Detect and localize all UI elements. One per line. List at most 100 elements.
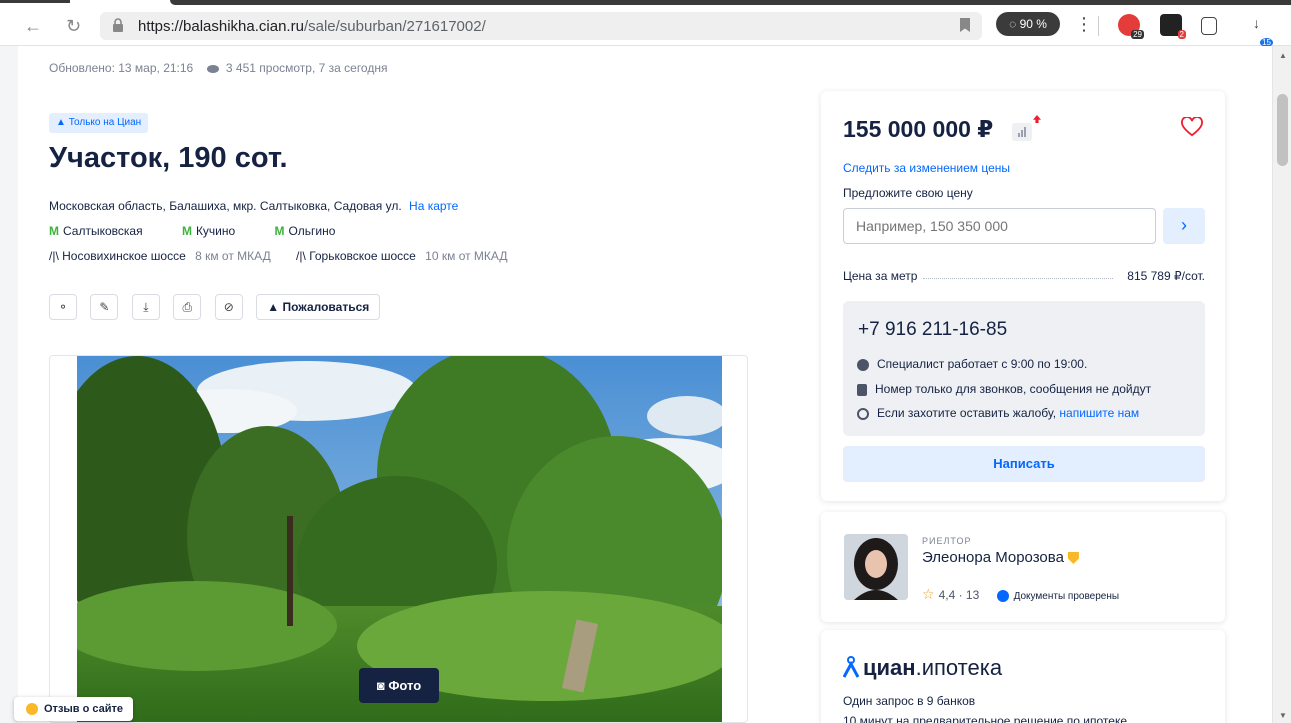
complaint-text: Если захотите оставить жалобу,	[877, 406, 1057, 420]
report-label: Пожаловаться	[282, 300, 370, 314]
metro-icon: M	[181, 224, 192, 238]
reload-icon[interactable]: ↻	[66, 16, 81, 37]
download-button[interactable]: ⤓	[131, 294, 160, 320]
report-button[interactable]: ▲ Пожаловаться	[256, 294, 381, 320]
share-button[interactable]: ⚬	[49, 294, 77, 320]
agent-card[interactable]: РИЕЛТОР Элеонора Морозова ☆ 4,4 · 13 Доку…	[821, 512, 1225, 622]
agent-name[interactable]: Элеонора Морозова	[922, 549, 1079, 566]
metro-icon: M	[274, 224, 285, 238]
scroll-up-icon[interactable]: ▲	[1279, 51, 1287, 60]
tab-strip-edge	[0, 0, 70, 3]
warning-icon: ▲	[267, 300, 280, 314]
metro-station[interactable]: M Ольгино	[275, 224, 354, 238]
star-icon: ☆	[922, 586, 935, 602]
address-text: Московская область, Балашиха, мкр. Салты…	[49, 199, 402, 213]
calls-only-text: Номер только для звонков, сообщения не д…	[875, 382, 1152, 396]
extension-tasks-icon[interactable]: 2	[1160, 14, 1186, 39]
menu-kebab-icon[interactable]: ⋮	[1075, 14, 1093, 35]
price: 155 000 000 ₽	[843, 116, 994, 142]
extension-mail-icon[interactable]: 29	[1118, 14, 1144, 39]
printer-icon: ⎙	[182, 300, 193, 314]
mortgage-logo: циан.ипотека	[843, 655, 1002, 681]
chat-icon: ◌	[1009, 17, 1017, 31]
extension-puzzle-icon[interactable]	[1201, 17, 1217, 35]
share-icon: ⚬	[57, 300, 69, 314]
heart-icon[interactable]	[1181, 117, 1203, 137]
browser-toolbar: ← ↻ https://balashikha.cian.ru/sale/subu…	[0, 0, 1291, 47]
address-bar[interactable]: https://balashikha.cian.ru/sale/suburban…	[100, 12, 982, 40]
metro-station[interactable]: M Кучино	[182, 224, 253, 238]
only-cian-text: Только на Циан	[68, 117, 142, 128]
toolbar-divider	[1098, 16, 1099, 36]
photo-label: Фото	[388, 678, 422, 693]
phone-box: +7 916 211-16-85 Специалист работает с 9…	[843, 301, 1205, 436]
leader-dots	[923, 278, 1113, 279]
mortgage-line-2: 10 минут на предварительное решение по и…	[843, 714, 1127, 723]
phone-number[interactable]: +7 916 211-16-85	[858, 319, 1007, 341]
site-review-button[interactable]: Отзыв о сайте	[14, 697, 134, 721]
mortgage-card[interactable]: циан.ипотека Один запрос в 9 банков 10 м…	[821, 630, 1225, 723]
listing-actions: ⚬ ✎ ⤓ ⎙ ⊘ ▲ Пожаловаться	[49, 294, 389, 320]
verified-icon	[996, 589, 1009, 602]
highway-distance: 8 км от МКАД	[195, 249, 271, 263]
photo-count-button[interactable]: ◙ Фото	[359, 668, 439, 703]
write-button[interactable]: Написать	[843, 446, 1205, 482]
listing-stats: Обновлено: 13 мар, 21:16 3 451 просмотр,…	[49, 61, 387, 75]
scroll-down-icon[interactable]: ▼	[1279, 711, 1287, 720]
write-us-link[interactable]: напишите нам	[1059, 406, 1139, 420]
address: Московская область, Балашиха, мкр. Салты…	[49, 199, 458, 213]
metro-list: M Салтыковская M Кучино M Ольгино	[49, 224, 371, 238]
eye-icon	[206, 64, 219, 73]
extension-badge: 29	[1131, 30, 1144, 39]
download-icon: ⤓	[143, 300, 149, 314]
price-up-icon	[1033, 115, 1041, 123]
offer-label: Предложите свою цену	[843, 186, 973, 200]
back-arrow-icon[interactable]: ←	[24, 16, 42, 37]
lock-icon	[113, 18, 123, 32]
bookmark-icon[interactable]	[960, 18, 970, 32]
phone-icon	[857, 383, 867, 396]
metro-name: Ольгино	[288, 224, 336, 238]
follow-price-link[interactable]: Следить за изменением цены	[843, 161, 1010, 175]
extension-badge: 2	[1177, 30, 1186, 39]
work-hours: Специалист работает с 9:00 по 19:00.	[857, 357, 1087, 371]
hide-button[interactable]: ⊘	[214, 294, 243, 320]
headset-icon	[857, 407, 869, 420]
zoom-badge[interactable]: ◌ 90 %	[996, 12, 1060, 36]
agent-rating[interactable]: 4,4 · 13	[939, 588, 980, 602]
highway-name: Горьковское шоссе	[309, 249, 416, 263]
scroll-thumb[interactable]	[1277, 94, 1288, 166]
calls-only-note: Номер только для звонков, сообщения не д…	[857, 382, 1151, 396]
cian-pin-icon	[843, 656, 859, 678]
page-scrollbar[interactable]: ▲ ▼	[1272, 46, 1291, 723]
ppm-label: Цена за метр	[843, 269, 918, 283]
offer-price-input[interactable]	[843, 208, 1156, 244]
price-chart-icon[interactable]	[1012, 123, 1032, 141]
ppm-value: 815 789 ₽/сот.	[1127, 269, 1205, 283]
mortgage-line-1: Один запрос в 9 банков	[843, 694, 976, 708]
metro-station[interactable]: M Салтыковская	[49, 224, 161, 238]
eye-off-icon: ⊘	[223, 300, 234, 314]
edit-note-button[interactable]: ✎	[90, 294, 119, 320]
only-cian-badge: ▲ Только на Циан	[49, 113, 149, 133]
shield-icon	[1067, 552, 1079, 565]
pencil-icon: ✎	[99, 300, 110, 314]
chevron-right-icon: ›	[1181, 215, 1187, 235]
highway-list: /|\ Носовихинское шоссе 8 км от МКАД /|\…	[49, 249, 529, 263]
smile-icon	[26, 703, 38, 716]
camera-icon: ◙	[376, 678, 385, 693]
page-title: Участок, 190 сот.	[49, 142, 288, 174]
highway-distance: 10 км от МКАД	[425, 249, 508, 263]
road-icon: /|\	[296, 249, 306, 263]
print-button[interactable]: ⎙	[173, 294, 202, 320]
download-icon[interactable]: ↓ 15	[1251, 15, 1273, 47]
highway-name: Носовихинское шоссе	[62, 249, 186, 263]
clock-icon	[857, 358, 869, 371]
complaint-note: Если захотите оставить жалобу, напишите …	[857, 406, 1139, 420]
avatar[interactable]	[844, 534, 908, 600]
brand-rest: .ипотека	[915, 655, 1003, 680]
review-label: Отзыв о сайте	[44, 703, 124, 715]
agent-meta: ☆ 4,4 · 13 Документы проверены	[922, 586, 1119, 603]
offer-submit-button[interactable]: ›	[1163, 208, 1205, 244]
on-map-link[interactable]: На карте	[409, 199, 458, 213]
